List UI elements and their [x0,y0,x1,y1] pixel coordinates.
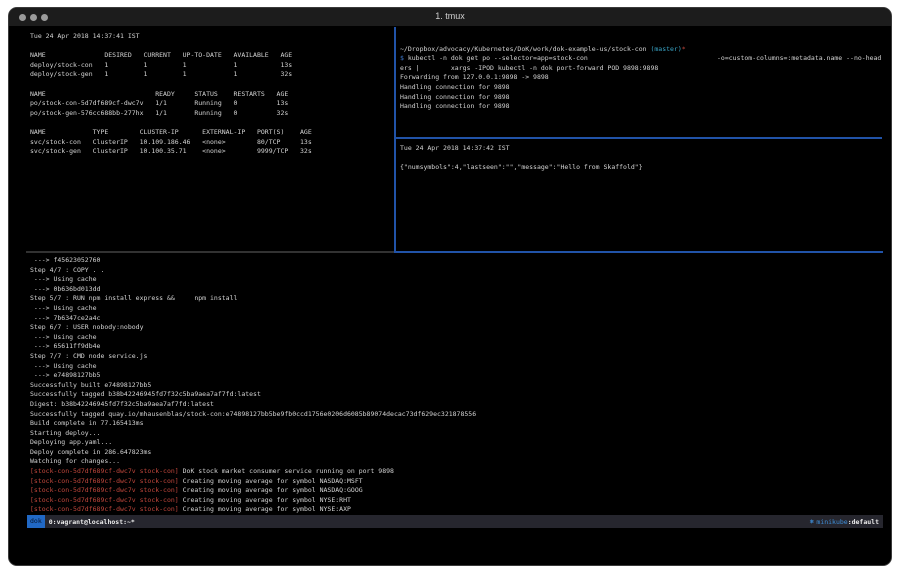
terminal-line: ---> f45623052760 [30,256,885,266]
terminal-line: ~/Dropbox/advocacy/Kubernetes/DoK/work/d… [400,45,882,55]
terminal-line: svc/stock-gen ClusterIP 10.100.35.71 <no… [30,147,392,157]
titlebar: 1. tmux [9,8,891,27]
terminal-line [400,154,882,164]
terminal-line: ers | xargs -IPOD kubectl -n dok port-fo… [400,64,882,74]
terminal-line: Step 7/7 : CMD node service.js [30,352,885,362]
terminal-line: Step 4/7 : COPY . . [30,266,885,276]
terminal-line: Forwarding from 127.0.0.1:9898 -> 9898 [400,73,882,83]
kubernetes-helm-icon: ⎈ [810,515,815,528]
terminal-line: Tue 24 Apr 2018 14:37:41 IST [30,32,392,42]
terminal-line: Build complete in 77.165413ms [30,419,885,429]
terminal-line [400,35,882,45]
terminal-line: Successfully tagged quay.io/mhausenblas/… [30,410,885,420]
terminal-line [30,42,392,52]
terminal-line: deploy/stock-con 1 1 1 1 13s [30,61,392,71]
terminal-line [30,118,392,128]
terminal-line: ---> Using cache [30,362,885,372]
window-label[interactable]: 0:vagrant@localhost:~* [49,518,135,526]
terminal-line: Handling connection for 9898 [400,93,882,103]
terminal-line: [stock-con-5d7df689cf-dwc7v stock-con] D… [30,467,885,477]
pane-border-horizontal-right-mid[interactable] [395,137,882,139]
kube-context-label: minikube [816,518,847,526]
terminal-content: Tue 24 Apr 2018 14:37:41 IST NAME DESIRE… [9,27,891,565]
pane-border-vertical[interactable] [394,27,396,252]
terminal-line: NAME DESIRED CURRENT UP-TO-DATE AVAILABL… [30,51,392,61]
terminal-line: Handling connection for 9898 [400,102,882,112]
terminal-line: Successfully built e74898127bb5 [30,381,885,391]
pane-border-horizontal-left[interactable] [26,251,394,253]
terminal-line: ---> 0b636bd013dd [30,285,885,295]
terminal-line: [stock-con-5d7df689cf-dwc7v stock-con] C… [30,505,885,514]
terminal-line: Watching for changes... [30,457,885,467]
terminal-line: Deploy complete in 286.647823ms [30,448,885,458]
terminal-line: [stock-con-5d7df689cf-dwc7v stock-con] C… [30,486,885,496]
terminal-line: Step 5/7 : RUN npm install express && np… [30,294,885,304]
terminal-line: ---> 7b6347ce2a4c [30,314,885,324]
terminal-line: Step 6/7 : USER nobody:nobody [30,323,885,333]
terminal-line: deploy/stock-gen 1 1 1 1 32s [30,70,392,80]
window-title: 1. tmux [9,11,891,21]
terminal-line: Tue 24 Apr 2018 14:37:42 IST [400,144,882,154]
terminal-line [30,80,392,90]
terminal-line: NAME TYPE CLUSTER-IP EXTERNAL-IP PORT(S)… [30,128,392,138]
pane-port-forward[interactable]: ~/Dropbox/advocacy/Kubernetes/DoK/work/d… [400,35,882,135]
terminal-line: Handling connection for 9898 [400,83,882,93]
pane-border-horizontal-right[interactable] [394,251,883,253]
terminal-line: NAME READY STATUS RESTARTS AGE [30,90,392,100]
terminal-line: ---> Using cache [30,304,885,314]
terminal-window: 1. tmux Tue 24 Apr 2018 14:37:41 IST NAM… [8,7,892,566]
kube-namespace-label: :default [848,518,879,526]
terminal-line: ---> Using cache [30,275,885,285]
terminal-line: Starting deploy... [30,429,885,439]
pane-service-response[interactable]: Tue 24 Apr 2018 14:37:42 IST {"numsymbol… [400,144,882,249]
terminal-line: $ kubectl -n dok get po --selector=app=s… [400,54,882,64]
session-name-badge[interactable]: dok [27,515,45,528]
terminal-line: Digest: b38b42246945fd7f32c5ba9aea7af7fd… [30,400,885,410]
terminal-line: po/stock-con-5d7df689cf-dwc7v 1/1 Runnin… [30,99,392,109]
terminal-line: [stock-con-5d7df689cf-dwc7v stock-con] C… [30,496,885,506]
pane-kubectl-watch[interactable]: Tue 24 Apr 2018 14:37:41 IST NAME DESIRE… [30,32,392,256]
terminal-line: ---> 65611ff9db4e [30,342,885,352]
terminal-line: po/stock-gen-576cc688bb-277hx 1/1 Runnin… [30,109,392,119]
terminal-line: Deploying app.yaml... [30,438,885,448]
terminal-line: ---> e74898127bb5 [30,371,885,381]
pane-skaffold-log[interactable]: ---> f45623052760Step 4/7 : COPY . . ---… [30,256,885,514]
terminal-line: ---> Using cache [30,333,885,343]
tmux-status-bar: dok 0:vagrant@localhost:~* ⎈ minikube :d… [27,515,883,528]
terminal-line: Successfully tagged b38b42246945fd7f32c5… [30,390,885,400]
terminal-line: {"numsymbols":4,"lastseen":"","message":… [400,163,882,173]
terminal-line: [stock-con-5d7df689cf-dwc7v stock-con] C… [30,477,885,487]
terminal-line: svc/stock-con ClusterIP 10.109.186.46 <n… [30,138,392,148]
